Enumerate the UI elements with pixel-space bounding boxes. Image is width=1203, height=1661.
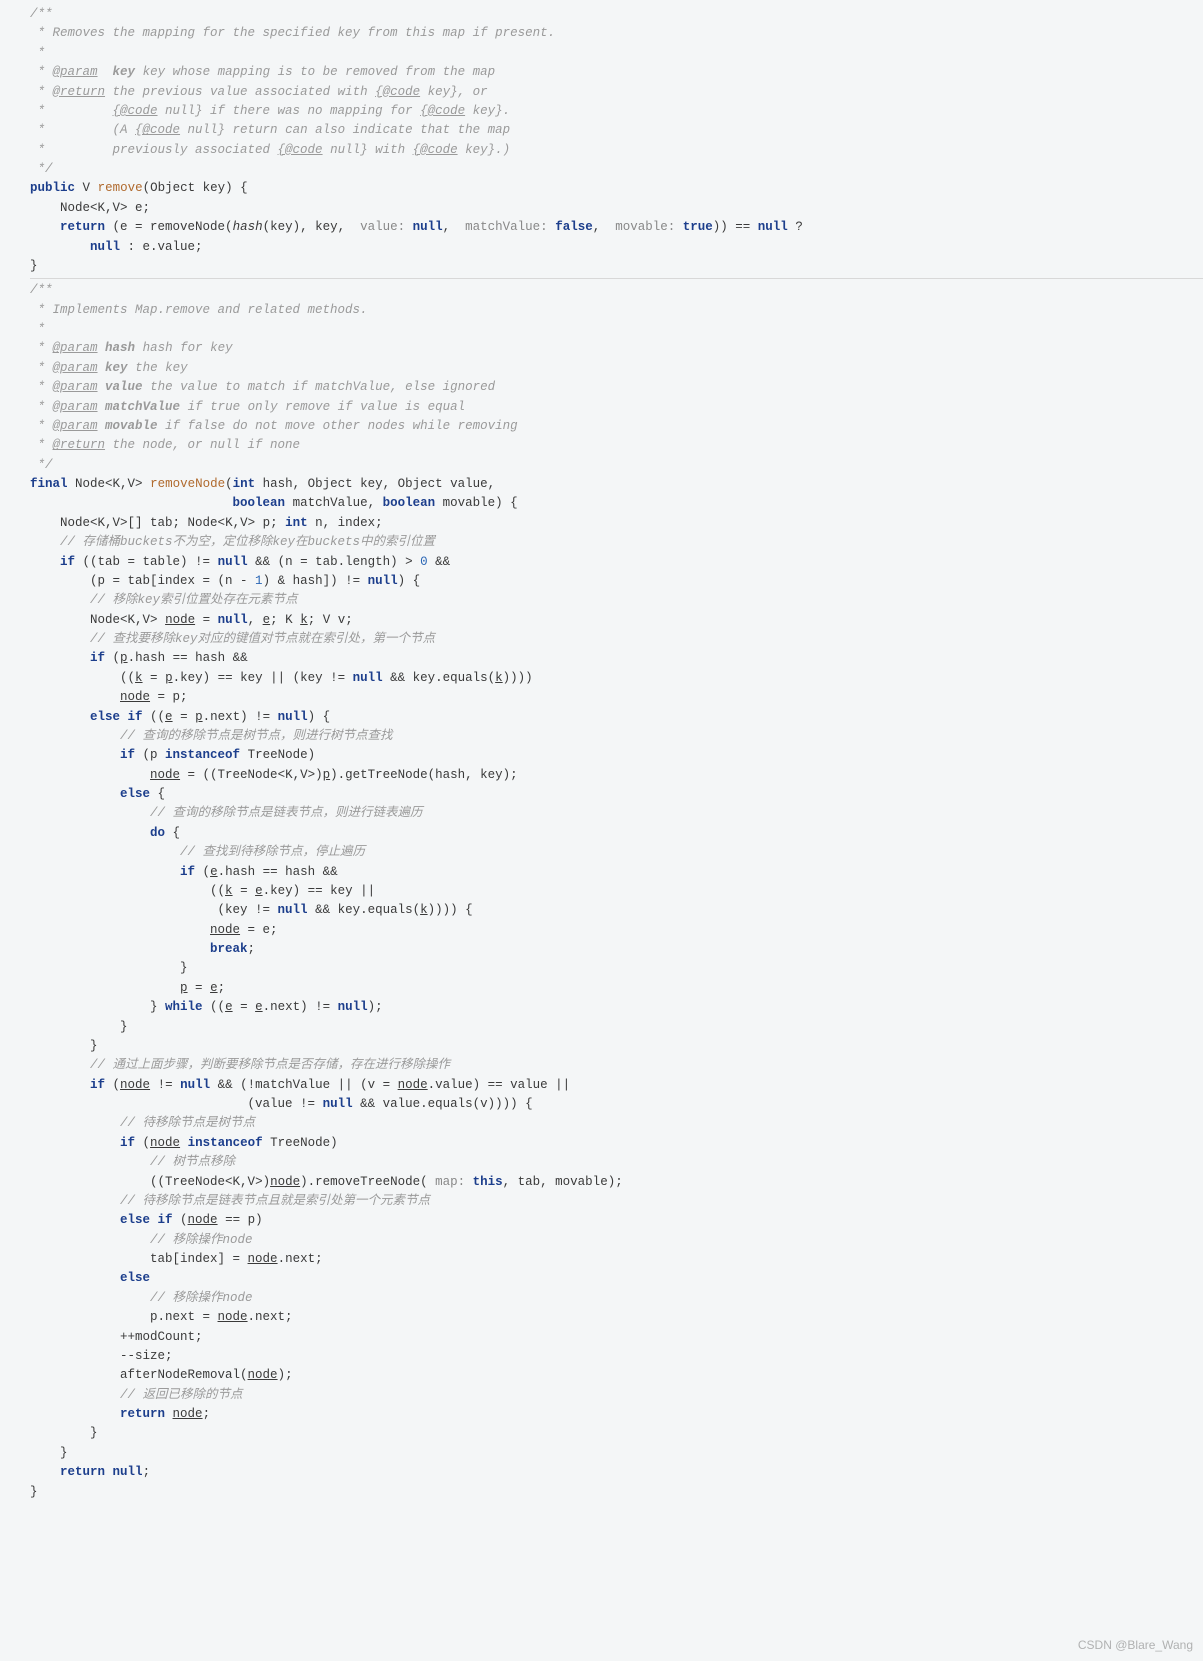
code-line: } while ((e = e.next) != null); — [30, 998, 1203, 1017]
code-line: return null; — [30, 1463, 1203, 1482]
code-line: else if ((e = p.next) != null) { — [30, 708, 1203, 727]
code-line: ((k = e.key) == key || — [30, 882, 1203, 901]
code-container: /** * Removes the mapping for the specif… — [0, 0, 1203, 1507]
code-line: if (e.hash == hash && — [30, 863, 1203, 882]
comment: // 查询的移除节点是树节点，则进行树节点查找 — [30, 727, 1203, 746]
code-line: } — [30, 1018, 1203, 1037]
code-line: Node<K,V> node = null, e; K k; V v; — [30, 611, 1203, 630]
code-line: if (node instanceof TreeNode) — [30, 1134, 1203, 1153]
comment: * Removes the mapping for the specified … — [30, 24, 1203, 43]
code-line: Node<K,V> e; — [30, 199, 1203, 218]
comment: // 存储桶buckets不为空，定位移除key在buckets中的索引位置 — [30, 533, 1203, 552]
comment: // 查找到待移除节点，停止遍历 — [30, 843, 1203, 862]
code-line: } — [30, 1483, 1203, 1502]
comment: // 查找要移除key对应的键值对节点就在索引处，第一个节点 — [30, 630, 1203, 649]
comment: * previously associated {@code null} wit… — [30, 141, 1203, 160]
comment: // 查询的移除节点是链表节点，则进行链表遍历 — [30, 804, 1203, 823]
code-line: } — [30, 959, 1203, 978]
code-line: boolean matchValue, boolean movable) { — [30, 494, 1203, 513]
code-line: break; — [30, 940, 1203, 959]
code-line: null : e.value; — [30, 238, 1203, 257]
code-line: } — [30, 1424, 1203, 1443]
method-signature: final Node<K,V> removeNode(int hash, Obj… — [30, 475, 1203, 494]
code-line: } — [30, 1037, 1203, 1056]
code-line: if ((tab = table) != null && (n = tab.le… — [30, 553, 1203, 572]
code-line: p.next = node.next; — [30, 1308, 1203, 1327]
code-line: } — [30, 1444, 1203, 1463]
comment: * @return the previous value associated … — [30, 83, 1203, 102]
comment: * @param key the key — [30, 359, 1203, 378]
comment: */ — [30, 160, 1203, 179]
comment: * {@code null} if there was no mapping f… — [30, 102, 1203, 121]
comment: */ — [30, 456, 1203, 475]
comment: /** — [30, 5, 1203, 24]
code-line: if (node != null && (!matchValue || (v =… — [30, 1076, 1203, 1095]
code-line: p = e; — [30, 979, 1203, 998]
code-line: } — [30, 257, 1203, 276]
comment: * (A {@code null} return can also indica… — [30, 121, 1203, 140]
code-line: --size; — [30, 1347, 1203, 1366]
comment: * — [30, 320, 1203, 339]
comment: // 树节点移除 — [30, 1153, 1203, 1172]
code-line: afterNodeRemoval(node); — [30, 1366, 1203, 1385]
comment: * Implements Map.remove and related meth… — [30, 301, 1203, 320]
comment: // 移除操作node — [30, 1231, 1203, 1250]
code-line: else { — [30, 785, 1203, 804]
comment: * — [30, 44, 1203, 63]
code-line: else if (node == p) — [30, 1211, 1203, 1230]
code-line: Node<K,V>[] tab; Node<K,V> p; int n, ind… — [30, 514, 1203, 533]
comment: * @return the node, or null if none — [30, 436, 1203, 455]
code-line: (key != null && key.equals(k)))) { — [30, 901, 1203, 920]
code-line: ((TreeNode<K,V>)node).removeTreeNode( ma… — [30, 1173, 1203, 1192]
code-line: return (e = removeNode(hash(key), key, v… — [30, 218, 1203, 237]
code-line: (p = tab[index = (n - 1) & hash]) != nul… — [30, 572, 1203, 591]
comment: // 待移除节点是树节点 — [30, 1114, 1203, 1133]
code-line: return node; — [30, 1405, 1203, 1424]
comment: * @param matchValue if true only remove … — [30, 398, 1203, 417]
method-signature: public V remove(Object key) { — [30, 179, 1203, 198]
code-line: if (p.hash == hash && — [30, 649, 1203, 668]
comment: // 移除key索引位置处存在元素节点 — [30, 591, 1203, 610]
code-line: ++modCount; — [30, 1328, 1203, 1347]
code-line: node = p; — [30, 688, 1203, 707]
code-line: ((k = p.key) == key || (key != null && k… — [30, 669, 1203, 688]
comment: // 待移除节点是链表节点且就是索引处第一个元素节点 — [30, 1192, 1203, 1211]
comment: // 通过上面步骤，判断要移除节点是否存储，存在进行移除操作 — [30, 1056, 1203, 1075]
comment: /** — [30, 281, 1203, 300]
comment: * @param key key whose mapping is to be … — [30, 63, 1203, 82]
code-line: node = ((TreeNode<K,V>)p).getTreeNode(ha… — [30, 766, 1203, 785]
divider — [30, 278, 1203, 279]
code-line: (value != null && value.equals(v)))) { — [30, 1095, 1203, 1114]
comment: * @param movable if false do not move ot… — [30, 417, 1203, 436]
comment: // 移除操作node — [30, 1289, 1203, 1308]
code-line: do { — [30, 824, 1203, 843]
code-line: else — [30, 1269, 1203, 1288]
code-line: node = e; — [30, 921, 1203, 940]
comment: // 返回已移除的节点 — [30, 1386, 1203, 1405]
watermark: CSDN @Blare_Wang — [1078, 1636, 1193, 1655]
code-line: tab[index] = node.next; — [30, 1250, 1203, 1269]
comment: * @param hash hash for key — [30, 339, 1203, 358]
code-line: if (p instanceof TreeNode) — [30, 746, 1203, 765]
comment: * @param value the value to match if mat… — [30, 378, 1203, 397]
